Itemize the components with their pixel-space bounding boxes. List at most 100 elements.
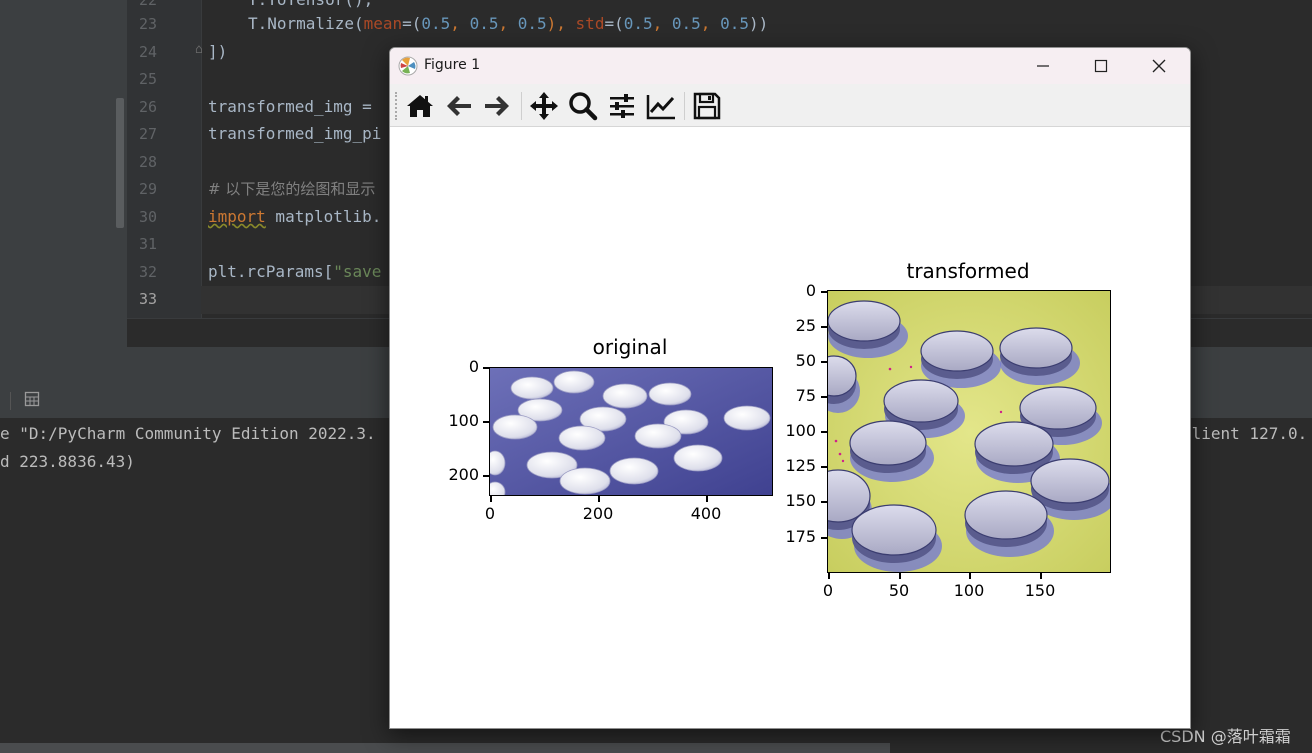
code-number: 0.5 [720,14,749,33]
y-tick [483,367,489,369]
fold-icon[interactable]: ⌂ [195,42,203,57]
code-text: T.Normalize( [248,14,364,33]
code-text: , [450,14,470,33]
home-button[interactable] [404,90,436,122]
code-number: 0.5 [671,14,701,33]
back-button[interactable] [443,90,475,122]
code-number: 0.5 [517,14,547,33]
line-number: 27 [138,125,157,143]
x-tick-label: 0 [484,504,496,523]
close-button[interactable] [1130,48,1188,84]
y-tick-label: 150 [785,491,816,510]
toolbar-separator [521,92,522,120]
code-text: ), [546,14,576,33]
original-image [489,367,773,496]
line-number: 32 [138,263,157,281]
code-line-29[interactable]: # 以下是您的绘图和显示 [208,179,375,199]
code-text: )) [748,14,769,33]
y-tick-label: 25 [795,316,816,335]
minimize-icon [1037,65,1049,67]
line-number: 24 [138,43,157,61]
code-line-27[interactable]: transformed_img_pi [208,124,381,144]
console-line: e "D:/PyCharm Community Edition 2022.3. [0,424,376,443]
code-text: , [498,14,518,33]
line-number: 23 [138,15,157,33]
code-string: "save [333,262,382,281]
line-number: 29 [138,180,157,198]
minimize-button[interactable] [1014,48,1072,84]
code-text: transformed_img = [208,97,382,116]
horizontal-scrollbar[interactable] [0,743,890,753]
code-line-23[interactable]: T.Normalize(mean=(0.5, 0.5, 0.5), std=(0… [248,14,768,34]
code-line-26[interactable]: transformed_img = [208,97,381,117]
y-tick [821,291,827,293]
grid-icon[interactable] [24,391,40,407]
x-tick [1040,573,1042,579]
y-tick [483,421,489,423]
y-tick-label: 100 [448,411,479,430]
zoom-icon [569,92,598,121]
move-icon [530,92,558,120]
save-button[interactable] [691,90,723,122]
maximize-icon [1094,59,1108,73]
code-text: , [652,14,672,33]
sliders-icon [610,94,634,118]
line-number-current: 33 [138,290,157,308]
maximize-button[interactable] [1072,48,1130,84]
x-tick [706,496,708,502]
y-tick-label: 50 [795,351,816,370]
floppy-disk-icon [693,92,721,120]
code-line-30[interactable]: import matplotlib. [208,207,381,227]
arrow-right-icon [485,96,509,116]
x-tick-label: 150 [1024,581,1056,600]
project-pane-scrollbar[interactable] [116,98,124,228]
code-text: , [700,14,721,33]
y-tick [821,361,827,363]
x-tick-label: 50 [888,581,910,600]
line-number: 26 [138,98,157,116]
figure-window: Figure 1 original 0 100 200 0 200 400 tr… [389,47,1191,729]
code-text: matplotlib. [265,207,382,226]
y-tick [821,501,827,503]
x-tick-label: 200 [582,504,614,523]
console-line: d 223.8836.43) [0,452,135,471]
y-tick-label: 0 [468,357,479,376]
line-chart-icon [646,95,675,120]
y-tick [821,537,827,539]
toolbar-separator [10,392,11,410]
code-text: =( [402,14,422,33]
plot-title-transformed: transformed [906,259,1030,283]
zoom-button[interactable] [567,90,599,122]
code-line-22[interactable]: T.ToTensor(), [248,0,373,10]
figure-canvas[interactable]: original 0 100 200 0 200 400 transformed… [390,127,1190,728]
y-tick [483,475,489,477]
code-line-32[interactable]: plt.rcParams["save [208,262,381,282]
y-tick-label: 200 [448,465,479,484]
code-line-24[interactable]: ]) [208,42,227,62]
x-tick [490,496,492,502]
x-tick-label: 400 [690,504,722,523]
subplots-button[interactable] [606,90,638,122]
y-tick [821,431,827,433]
toolbar-grip[interactable] [395,92,399,120]
y-tick-label: 75 [795,386,816,405]
arrow-left-icon [447,96,471,116]
line-number: 28 [138,153,157,171]
x-tick [899,573,901,579]
y-tick [821,396,827,398]
project-pane [0,0,127,347]
title-bar[interactable]: Figure 1 [390,48,1190,84]
y-tick [821,466,827,468]
code-comment: # 以下是您的绘图和显示 [208,180,376,198]
plot-title-original: original [592,335,668,359]
pan-button[interactable] [528,90,560,122]
forward-button[interactable] [481,90,513,122]
code-number: 0.5 [623,14,653,33]
code-text: transformed_img_pi [208,124,382,143]
code-text: ]) [208,42,228,61]
y-tick-label: 100 [785,421,816,440]
x-tick-label: 100 [953,581,985,600]
edit-axes-button[interactable] [645,90,677,122]
x-tick [969,573,971,579]
x-tick [828,573,830,579]
